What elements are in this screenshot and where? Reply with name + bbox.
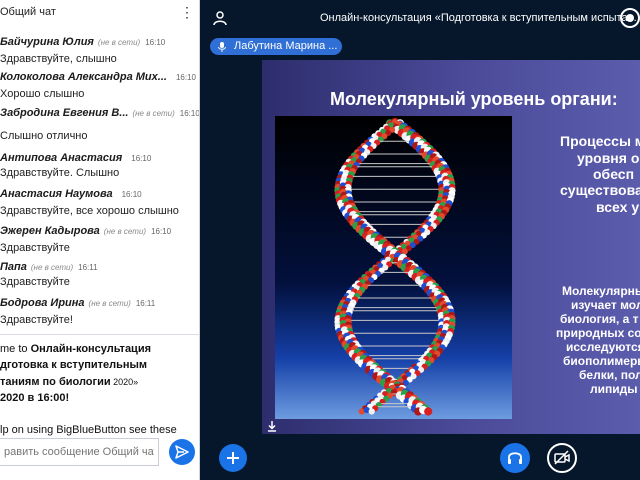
welcome-help-link[interactable]: lp on using BigBlueButton see these <box>0 424 177 436</box>
message-time: 16:10 <box>175 73 196 82</box>
video-off-icon <box>554 450 570 465</box>
message-time: 16:11 <box>135 299 156 308</box>
message-list[interactable]: Байчурина Юлия (не в сети) 16:10 Здравству… <box>0 28 199 328</box>
dna-atom <box>368 408 375 415</box>
message-author: Антипова Анастасия <box>0 152 123 164</box>
message-status: (не в сети) <box>88 299 131 308</box>
message-time: 16:10 <box>131 154 152 163</box>
slide-text-line: Молекулярны <box>562 284 640 298</box>
slide-text-line: природных сое <box>556 326 640 340</box>
kebab-menu-icon[interactable]: ⋮ <box>180 4 194 20</box>
slide-text-line: исследуются <box>566 340 640 354</box>
chat-panel: Общий чат ⋮ Байчурина Юлия (не в сети) 16:… <box>0 0 200 480</box>
slide-text-line: существова <box>560 182 640 198</box>
message-time: 16:10 <box>121 190 142 199</box>
message-text: Здравствуйте <box>0 242 70 254</box>
message-text: Здравствуйте! <box>0 314 73 326</box>
actions-button[interactable] <box>219 444 247 472</box>
message-time: 16:11 <box>78 263 98 272</box>
welcome-prefix: me to <box>0 343 31 355</box>
message-text: Слышно отлично <box>0 130 88 142</box>
plus-icon <box>227 452 239 464</box>
slide-text-line: Процессы м <box>560 133 640 149</box>
talking-indicator[interactable]: Лабутина Марина ... <box>210 38 342 55</box>
welcome-year: 2020» <box>110 377 139 387</box>
message-status: (не в сети) <box>132 109 175 118</box>
dna-helix-image <box>275 116 512 419</box>
message-text: Здравствуйте, слышно <box>0 53 117 65</box>
slide-text-line: белки, поли <box>579 368 640 382</box>
message-text: Здравствуйте, все хорошо слышно <box>0 205 179 217</box>
message-author: Бодрова Ирина <box>0 297 85 309</box>
message-author: Байчурина Юлия <box>0 36 94 48</box>
slide-text-line: изучает мол <box>571 298 640 312</box>
record-icon <box>626 14 634 22</box>
message-author: Анастасия Наумова <box>0 188 113 200</box>
message-author: Папа <box>0 261 27 273</box>
slide-text-line: всех у <box>596 199 640 215</box>
audio-button[interactable] <box>500 443 530 473</box>
slide-text-line: биополимеры <box>563 354 640 368</box>
message-time: 16:10 <box>145 38 166 47</box>
video-button[interactable] <box>547 443 577 473</box>
message-time: 16:10 <box>179 109 200 118</box>
presentation-slide: Молекулярный уровень органи: Процессы м … <box>262 60 640 434</box>
welcome-line: дготовка к вступительным <box>0 359 148 371</box>
welcome-meeting-name: Онлайн-консультация <box>30 343 151 355</box>
divider <box>0 334 199 335</box>
top-bar: Онлайн-консультация «Подготовка к вступи… <box>200 0 640 36</box>
send-button[interactable] <box>169 439 195 465</box>
message-text: Здравствуйте <box>0 276 70 288</box>
talker-name: Лабутина Марина ... <box>234 40 338 52</box>
download-icon[interactable] <box>266 419 278 432</box>
slide-text-line: биология, а т <box>560 312 639 326</box>
welcome-subject: таниям по биологии <box>0 376 111 388</box>
send-arrow-icon <box>175 445 189 459</box>
slide-text-line: обесп <box>593 166 635 182</box>
message-status: (не в сети) <box>30 263 74 272</box>
message-text: Хорошо слышно <box>0 88 85 100</box>
slide-title: Молекулярный уровень органи: <box>330 89 618 109</box>
welcome-line: 2020 в 16:00! <box>0 392 70 404</box>
slide-text-line: липиды <box>590 382 638 396</box>
microphone-icon <box>218 42 226 52</box>
dna-atom <box>424 407 433 416</box>
message-author: Эжерен Кадырова <box>0 225 100 237</box>
slide-text-line: уровня о <box>577 150 640 166</box>
welcome-line: me to Онлайн-консультация <box>0 343 151 355</box>
welcome-line: таниям по биологии 2020» <box>0 376 138 388</box>
chat-header: Общий чат ⋮ <box>0 0 199 28</box>
record-button[interactable] <box>620 8 640 28</box>
chat-message-input[interactable] <box>0 438 159 466</box>
headphones-icon <box>508 452 522 464</box>
chat-title: Общий чат <box>0 6 56 18</box>
message-status: (не в сети) <box>103 227 147 236</box>
message-time: 16:10 <box>151 227 172 236</box>
message-author: Забродина Евгения В... <box>0 107 129 119</box>
user-icon[interactable] <box>212 10 228 26</box>
message-status: (не в сети) <box>97 38 141 47</box>
message-text: Здравствуйте. Слышно <box>0 167 120 179</box>
message-author: Колоколова Александра Мих... <box>0 71 167 83</box>
meeting-title: Онлайн-консультация «Подготовка к вступи… <box>320 12 640 24</box>
